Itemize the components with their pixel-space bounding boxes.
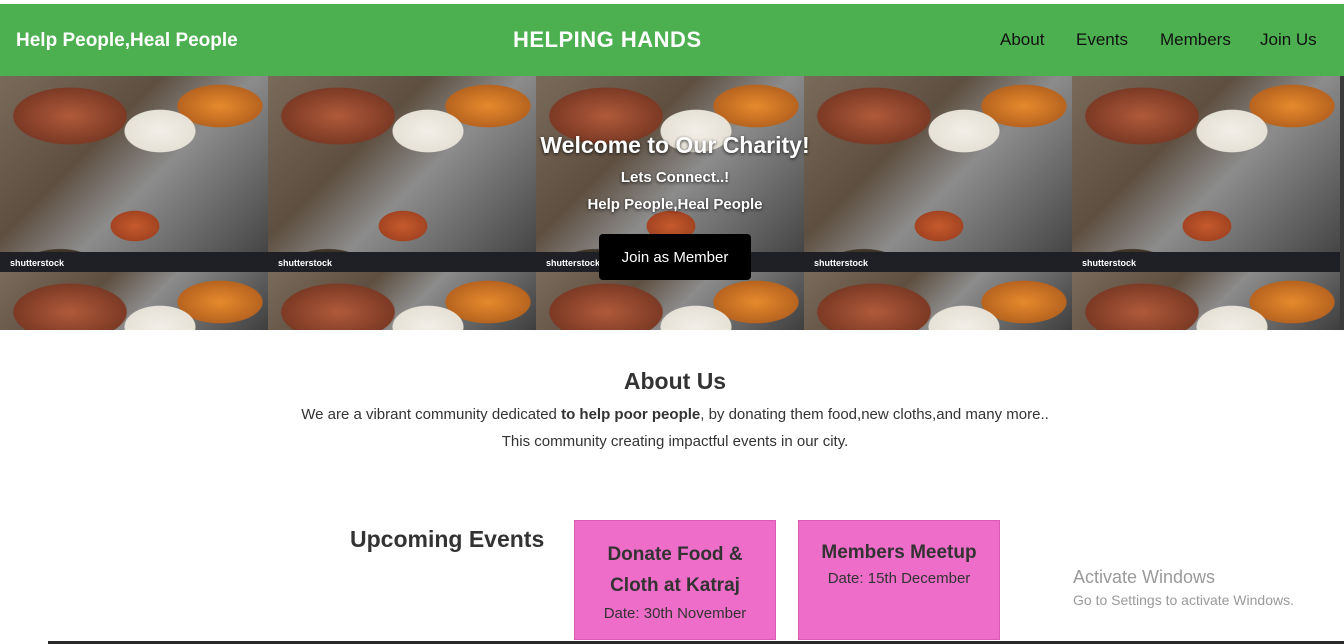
- nav-link-members[interactable]: Members: [1160, 30, 1231, 50]
- hero-content: Welcome to Our Charity! Lets Connect..! …: [0, 76, 1344, 330]
- hero-banner: shutterstock shutterstock shutterstock s…: [0, 76, 1344, 330]
- about-description-2: This community creating impactful events…: [501, 433, 849, 450]
- nav-link-join-us[interactable]: Join Us: [1260, 30, 1317, 50]
- hero-subtitle: Lets Connect..!: [620, 169, 730, 186]
- event-date: Date: 30th November: [603, 605, 747, 622]
- event-card: Donate Food & Cloth at Katraj Date: 30th…: [574, 520, 776, 640]
- site-title: HELPING HANDS: [513, 27, 702, 52]
- event-card: Members Meetup Date: 15th December: [798, 520, 1000, 640]
- event-date: Date: 15th December: [827, 570, 971, 587]
- nav-link-events[interactable]: Events: [1076, 30, 1128, 50]
- about-title: About Us: [623, 368, 727, 394]
- hero-tagline: Help People,Heal People: [587, 196, 763, 213]
- event-name: Donate Food & Cloth at Katraj: [607, 544, 743, 596]
- event-name: Members Meetup: [821, 542, 977, 563]
- activate-windows-title: Activate Windows: [1073, 567, 1216, 587]
- nav-link-about[interactable]: About: [1000, 30, 1044, 50]
- join-as-member-button[interactable]: Join as Member: [599, 234, 751, 280]
- hero-title: Welcome to Our Charity!: [540, 132, 810, 158]
- about-text-emphasis: to help poor people: [561, 406, 701, 423]
- about-description: We are a vibrant community dedicated to …: [0, 406, 1344, 423]
- about-text-end: , by donating them food,new cloths,and m…: [700, 406, 1049, 423]
- about-text-start: We are a vibrant community dedicated: [301, 406, 562, 423]
- navbar-tagline: Help People,Heal People: [16, 30, 238, 51]
- navbar: Help People,Heal People HELPING HANDS Ab…: [0, 4, 1344, 76]
- activate-windows-subtitle: Go to Settings to activate Windows.: [1073, 592, 1294, 608]
- events-title: Upcoming Events: [350, 526, 545, 552]
